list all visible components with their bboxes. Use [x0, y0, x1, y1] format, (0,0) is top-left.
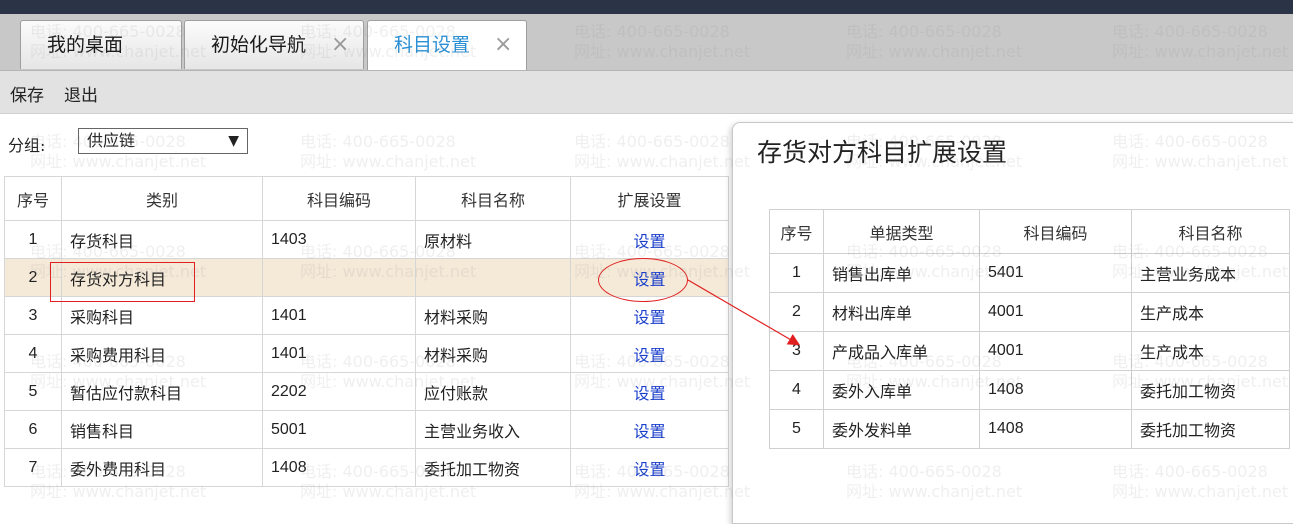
row-number: 4 [769, 370, 824, 410]
exit-button[interactable]: 退出 [64, 81, 98, 106]
table-row[interactable]: 7 委外费用科目 1408 委托加工物资 设置 [4, 448, 729, 487]
row-account-name: 材料采购 [415, 334, 571, 373]
table-row[interactable]: 5 委外发料单 1408 委托加工物资 [769, 409, 1290, 449]
row-settings-link[interactable]: 设置 [570, 372, 729, 411]
group-selected-value: 供应链 [87, 131, 136, 150]
highlight-ellipse [598, 258, 688, 302]
row-category: 存货科目 [61, 220, 263, 259]
group-filter: 分组: 供应链 ▼ [0, 114, 740, 176]
row-category: 采购费用科目 [61, 334, 263, 373]
row-account-code[interactable]: 4001 [979, 331, 1132, 371]
row-number: 2 [769, 292, 824, 332]
row-doc-type: 委外发料单 [823, 409, 980, 449]
table-row[interactable]: 1 存货科目 1403 原材料 设置 [4, 220, 729, 259]
dropdown-arrow-icon: ▼ [228, 133, 239, 149]
row-doc-type: 产成品入库单 [823, 331, 980, 371]
table-row[interactable]: 6 销售科目 5001 主营业务收入 设置 [4, 410, 729, 449]
table-row[interactable]: 3 产成品入库单 4001 生产成本 [769, 331, 1290, 371]
tab-account-settings-label: 科目设置 [394, 34, 471, 56]
column-header: 科目编码 [979, 209, 1132, 254]
window-top-bar [0, 0, 1293, 14]
row-account-code[interactable]: 1408 [979, 409, 1132, 449]
column-header: 科目名称 [415, 176, 571, 221]
close-icon[interactable]: × [331, 21, 349, 69]
row-account-name: 主营业务收入 [415, 410, 571, 449]
row-category: 采购科目 [61, 296, 263, 335]
row-account-code[interactable]: 1408 [979, 370, 1132, 410]
table-row[interactable]: 5 暂估应付款科目 2202 应付账款 设置 [4, 372, 729, 411]
toolbar: 保存 退出 [0, 71, 1293, 114]
tab-strip: 我的桌面 初始化导航 × 科目设置 × [0, 14, 1293, 71]
row-number: 1 [4, 220, 62, 259]
row-account-name: 委托加工物资 [1131, 370, 1290, 410]
row-category: 委外费用科目 [61, 448, 263, 487]
column-header: 序号 [769, 209, 824, 254]
row-number: 3 [769, 331, 824, 371]
row-account-name: 生产成本 [1131, 331, 1290, 371]
row-account-code[interactable]: 2202 [262, 372, 416, 411]
table-row[interactable]: 3 采购科目 1401 材料采购 设置 [4, 296, 729, 335]
tab-init-guide[interactable]: 初始化导航 × [184, 20, 364, 69]
column-header: 序号 [4, 176, 62, 221]
table-row[interactable]: 1 销售出库单 5401 主营业务成本 [769, 253, 1290, 293]
row-account-name [415, 258, 571, 297]
row-settings-link[interactable]: 设置 [570, 334, 729, 373]
tab-init-guide-label: 初始化导航 [211, 34, 307, 56]
row-doc-type: 销售出库单 [823, 253, 980, 293]
row-account-code[interactable]: 1401 [262, 334, 416, 373]
row-settings-link[interactable]: 设置 [570, 296, 729, 335]
row-account-name: 应付账款 [415, 372, 571, 411]
row-account-code[interactable]: 5001 [262, 410, 416, 449]
row-doc-type: 材料出库单 [823, 292, 980, 332]
extension-settings-dialog: 存货对方科目扩展设置 序号 单据类型 科目编码 科目名称 1 销售出库单 540… [732, 122, 1293, 524]
row-account-name: 材料采购 [415, 296, 571, 335]
row-account-code[interactable] [262, 258, 416, 297]
row-account-code[interactable]: 5401 [979, 253, 1132, 293]
row-number: 6 [4, 410, 62, 449]
column-header: 单据类型 [823, 209, 980, 254]
row-doc-type: 委外入库单 [823, 370, 980, 410]
dialog-title: 存货对方科目扩展设置 [757, 138, 1008, 167]
account-table: 序号 类别 科目编码 科目名称 扩展设置 1 存货科目 1403 原材料 设置 … [4, 176, 729, 487]
row-number: 3 [4, 296, 62, 335]
table-row[interactable]: 4 采购费用科目 1401 材料采购 设置 [4, 334, 729, 373]
group-label: 分组: [8, 136, 46, 155]
highlight-box [50, 262, 195, 302]
column-header: 科目编码 [262, 176, 416, 221]
column-header: 类别 [61, 176, 263, 221]
table-row[interactable]: 2 材料出库单 4001 生产成本 [769, 292, 1290, 332]
account-settings-panel: 分组: 供应链 ▼ 序号 类别 科目编码 科目名称 扩展设置 1 存货科目 14… [0, 114, 740, 501]
row-account-name: 委托加工物资 [1131, 409, 1290, 449]
table-header-row: 序号 单据类型 科目编码 科目名称 [769, 209, 1290, 254]
table-row[interactable]: 4 委外入库单 1408 委托加工物资 [769, 370, 1290, 410]
row-category: 暂估应付款科目 [61, 372, 263, 411]
tab-desktop[interactable]: 我的桌面 [20, 20, 182, 69]
row-account-name: 原材料 [415, 220, 571, 259]
tab-account-settings[interactable]: 科目设置 × [367, 20, 527, 70]
row-number: 5 [769, 409, 824, 449]
row-number: 4 [4, 334, 62, 373]
row-number: 5 [4, 372, 62, 411]
group-select[interactable]: 供应链 ▼ [78, 128, 248, 154]
row-account-code[interactable]: 1401 [262, 296, 416, 335]
dialog-table: 序号 单据类型 科目编码 科目名称 1 销售出库单 5401 主营业务成本 2 … [769, 209, 1290, 449]
tab-desktop-label: 我的桌面 [47, 34, 124, 56]
row-account-code[interactable]: 1408 [262, 448, 416, 487]
row-settings-link[interactable]: 设置 [570, 220, 729, 259]
row-category: 销售科目 [61, 410, 263, 449]
close-icon[interactable]: × [494, 21, 512, 69]
row-number: 7 [4, 448, 62, 487]
row-account-code[interactable]: 1403 [262, 220, 416, 259]
row-account-name: 委托加工物资 [415, 448, 571, 487]
table-header-row: 序号 类别 科目编码 科目名称 扩展设置 [4, 176, 729, 221]
row-settings-link[interactable]: 设置 [570, 410, 729, 449]
row-number: 1 [769, 253, 824, 293]
column-header: 扩展设置 [570, 176, 729, 221]
row-account-name: 主营业务成本 [1131, 253, 1290, 293]
column-header: 科目名称 [1131, 209, 1290, 254]
row-settings-link[interactable]: 设置 [570, 448, 729, 487]
save-button[interactable]: 保存 [10, 81, 44, 106]
row-account-code[interactable]: 4001 [979, 292, 1132, 332]
row-account-name: 生产成本 [1131, 292, 1290, 332]
